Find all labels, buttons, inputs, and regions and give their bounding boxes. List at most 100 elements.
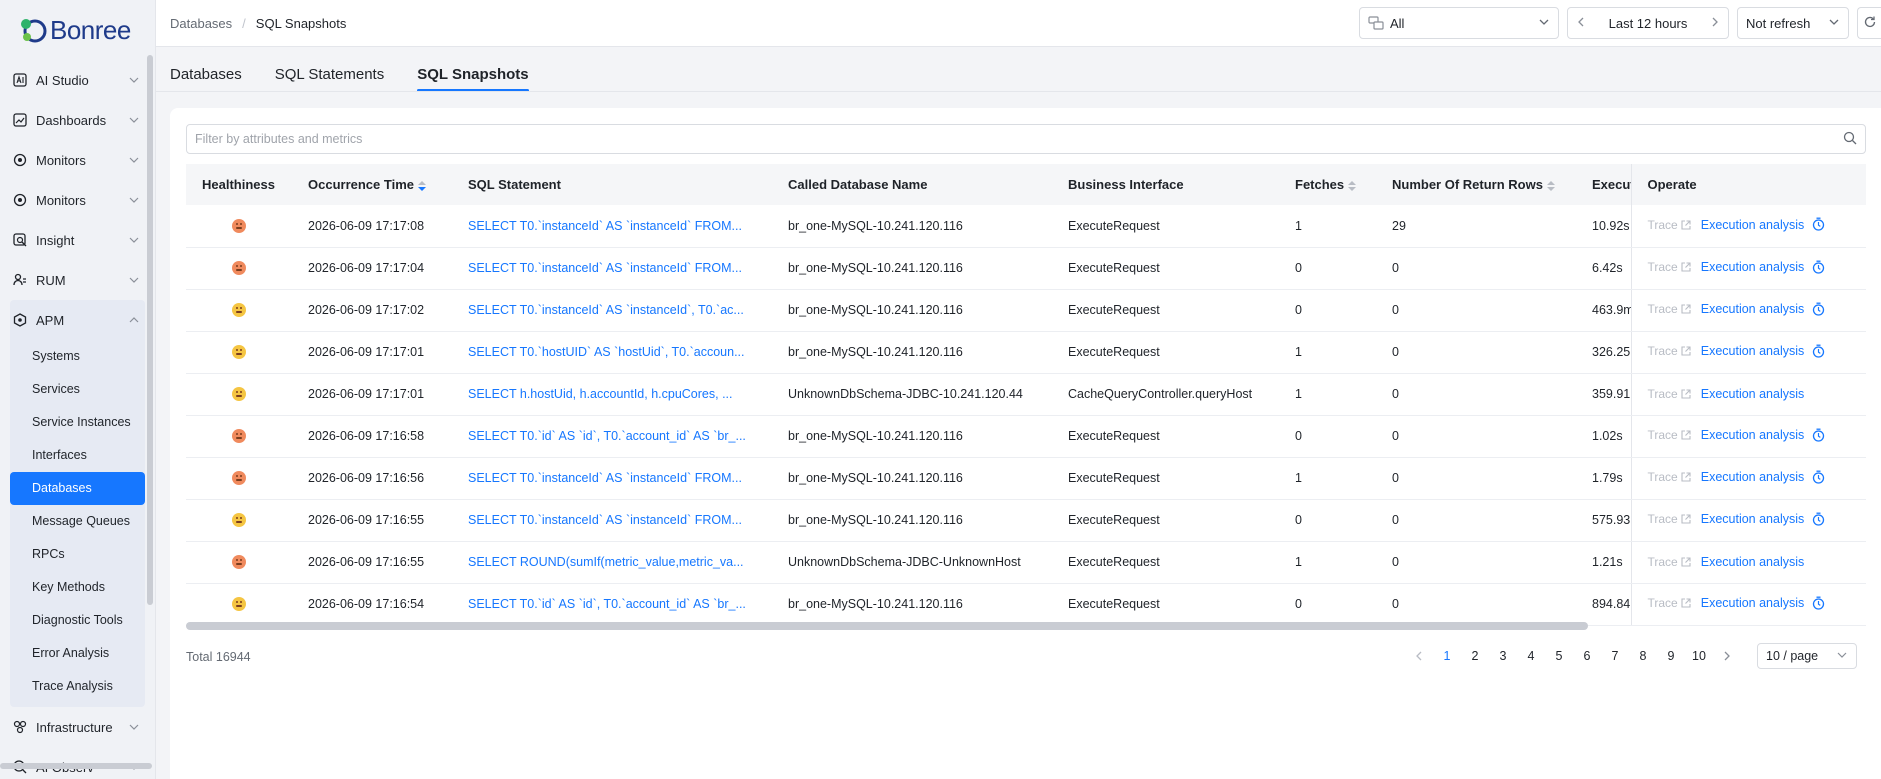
sort-icon[interactable] (1546, 180, 1555, 191)
chevron-left-icon[interactable] (1576, 16, 1586, 31)
page-button[interactable]: 10 (1685, 643, 1713, 669)
trace-link[interactable]: Trace (1648, 260, 1691, 274)
execution-analysis-link[interactable]: Execution analysis (1701, 260, 1805, 274)
page-button[interactable]: 9 (1657, 643, 1685, 669)
page-button[interactable]: 8 (1629, 643, 1657, 669)
execution-analysis-link[interactable]: Execution analysis (1701, 302, 1805, 316)
tab-databases[interactable]: Databases (170, 66, 242, 92)
sidebar-item-ai-studio[interactable]: AI Studio (10, 60, 145, 100)
execution-analysis-link[interactable]: Execution analysis (1701, 344, 1805, 358)
sidebar-subitem-databases[interactable]: Databases (10, 472, 145, 505)
sidebar-subitem-systems[interactable]: Systems (10, 340, 145, 373)
sidebar-item-rum[interactable]: RUM (10, 260, 145, 300)
chevron-right-icon[interactable] (1710, 16, 1720, 31)
sidebar-scrollbar[interactable] (147, 55, 153, 605)
stopwatch-icon[interactable] (1812, 217, 1825, 234)
stopwatch-icon[interactable] (1812, 344, 1825, 361)
sql-statement-link[interactable]: SELECT T0.`hostUID` AS `hostUid`, T0.`ac… (468, 345, 745, 359)
sidebar-subitem-diagnostic-tools[interactable]: Diagnostic Tools (10, 604, 145, 637)
trace-link[interactable]: Trace (1648, 302, 1691, 316)
table-row[interactable]: 2026-06-09 17:17:04 SELECT T0.`instanceId… (186, 247, 1866, 290)
tab-sql-statements[interactable]: SQL Statements (275, 66, 385, 92)
execution-analysis-link[interactable]: Execution analysis (1701, 555, 1805, 569)
execution-analysis-link[interactable]: Execution analysis (1701, 218, 1805, 232)
trace-link[interactable]: Trace (1648, 512, 1691, 526)
scope-select[interactable]: All (1359, 7, 1559, 39)
trace-link[interactable]: Trace (1648, 428, 1691, 442)
stopwatch-icon[interactable] (1812, 512, 1825, 529)
prev-page-button[interactable] (1405, 643, 1433, 669)
sidebar-subitem-trace-analysis[interactable]: Trace Analysis (10, 670, 145, 703)
page-button[interactable]: 4 (1517, 643, 1545, 669)
sidebar-item-monitors[interactable]: Monitors (10, 180, 145, 220)
stopwatch-icon[interactable] (1812, 302, 1825, 319)
sidebar-subitem-interfaces[interactable]: Interfaces (10, 439, 145, 472)
header-occurrence-time[interactable]: Occurrence Time (292, 164, 452, 205)
table-row[interactable]: 2026-06-09 17:17:02 SELECT T0.`instanceId… (186, 289, 1866, 332)
refresh-select[interactable]: Not refresh (1737, 7, 1849, 39)
sort-icon[interactable] (1348, 180, 1357, 191)
sql-statement-link[interactable]: SELECT ROUND(sumIf(metric_value,metric_v… (468, 555, 744, 569)
stopwatch-icon[interactable] (1812, 470, 1825, 487)
sql-statement-link[interactable]: SELECT T0.`id` AS `id`, T0.`account_id` … (468, 429, 746, 443)
page-button[interactable]: 3 (1489, 643, 1517, 669)
execution-analysis-link[interactable]: Execution analysis (1701, 387, 1805, 401)
sidebar-subitem-message-queues[interactable]: Message Queues (10, 505, 145, 538)
stopwatch-icon[interactable] (1812, 260, 1825, 277)
search-icon[interactable] (1843, 131, 1857, 148)
trace-link[interactable]: Trace (1648, 555, 1691, 569)
trace-link[interactable]: Trace (1648, 387, 1691, 401)
table-row[interactable]: 2026-06-09 17:16:55 SELECT T0.`instanceId… (186, 499, 1866, 542)
filter-input[interactable] (195, 132, 1843, 146)
next-page-button[interactable] (1713, 643, 1741, 669)
sql-statement-link[interactable]: SELECT T0.`instanceId` AS `instanceId`, … (468, 303, 744, 317)
scrollbar-thumb[interactable] (186, 622, 1588, 630)
page-button[interactable]: 7 (1601, 643, 1629, 669)
sql-statement-link[interactable]: SELECT T0.`id` AS `id`, T0.`account_id` … (468, 597, 746, 611)
sort-icon[interactable] (417, 180, 426, 191)
page-button[interactable]: 5 (1545, 643, 1573, 669)
breadcrumb-databases[interactable]: Databases (170, 16, 232, 31)
table-row[interactable]: 2026-06-09 17:17:01 SELECT T0.`hostUID` A… (186, 331, 1866, 374)
sidebar-subitem-key-methods[interactable]: Key Methods (10, 571, 145, 604)
page-size-select[interactable]: 10 / page (1757, 643, 1857, 669)
time-range-picker[interactable]: Last 12 hours (1567, 7, 1729, 39)
table-horizontal-scrollbar[interactable] (186, 622, 1866, 630)
table-row[interactable]: 2026-06-09 17:17:08 SELECT T0.`instanceId… (186, 205, 1866, 248)
sidebar-subitem-rpcs[interactable]: RPCs (10, 538, 145, 571)
stopwatch-icon[interactable] (1812, 428, 1825, 445)
execution-analysis-link[interactable]: Execution analysis (1701, 470, 1805, 484)
table-row[interactable]: 2026-06-09 17:17:01 SELECT h.hostUid, h.a… (186, 373, 1866, 416)
sql-statement-link[interactable]: SELECT h.hostUid, h.accountId, h.cpuCore… (468, 387, 733, 401)
execution-analysis-link[interactable]: Execution analysis (1701, 512, 1805, 526)
sidebar-horizontal-scrollbar[interactable] (0, 763, 152, 769)
sidebar-subitem-services[interactable]: Services (10, 373, 145, 406)
page-button[interactable]: 6 (1573, 643, 1601, 669)
execution-analysis-link[interactable]: Execution analysis (1701, 428, 1805, 442)
page-button[interactable]: 1 (1433, 643, 1461, 669)
sidebar-item-apm[interactable]: APM (10, 300, 145, 340)
tab-sql-snapshots[interactable]: SQL Snapshots (417, 66, 530, 92)
sql-statement-link[interactable]: SELECT T0.`instanceId` AS `instanceId` F… (468, 261, 742, 275)
sidebar-subitem-error-analysis[interactable]: Error Analysis (10, 637, 145, 670)
sidebar-item-insight[interactable]: Insight (10, 220, 145, 260)
page-button[interactable]: 2 (1461, 643, 1489, 669)
table-row[interactable]: 2026-06-09 17:16:56 SELECT T0.`instanceId… (186, 457, 1866, 500)
execution-analysis-link[interactable]: Execution analysis (1701, 596, 1805, 610)
sidebar-item-infrastructure[interactable]: Infrastructure (10, 707, 145, 747)
trace-link[interactable]: Trace (1648, 596, 1691, 610)
trace-link[interactable]: Trace (1648, 470, 1691, 484)
trace-link[interactable]: Trace (1648, 218, 1691, 232)
header-return-rows[interactable]: Number Of Return Rows (1376, 164, 1576, 205)
sidebar-item-dashboards[interactable]: Dashboards (10, 100, 145, 140)
refresh-button[interactable] (1857, 7, 1881, 39)
stopwatch-icon[interactable] (1812, 596, 1825, 613)
filter-bar[interactable] (186, 124, 1866, 154)
logo[interactable]: Bonree (0, 0, 155, 60)
sidebar-item-monitors[interactable]: Monitors (10, 140, 145, 180)
table-row[interactable]: 2026-06-09 17:16:58 SELECT T0.`id` AS `id… (186, 415, 1866, 458)
sql-statement-link[interactable]: SELECT T0.`instanceId` AS `instanceId` F… (468, 219, 742, 233)
sql-statement-link[interactable]: SELECT T0.`instanceId` AS `instanceId` F… (468, 471, 742, 485)
sidebar-subitem-service-instances[interactable]: Service Instances (10, 406, 145, 439)
table-row[interactable]: 2026-06-09 17:16:55 SELECT ROUND(sumIf(me… (186, 541, 1866, 584)
